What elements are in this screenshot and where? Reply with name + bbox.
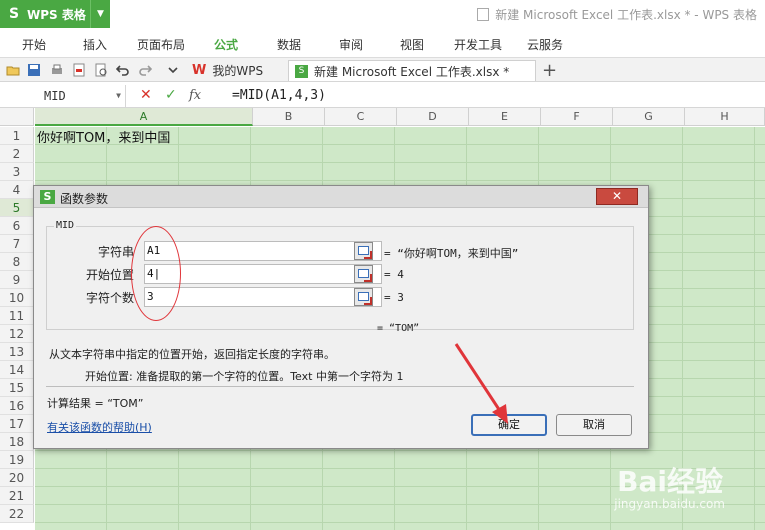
column-header[interactable]: A bbox=[35, 108, 253, 126]
row-header[interactable]: 10 bbox=[0, 289, 34, 307]
row-header[interactable]: 14 bbox=[0, 361, 34, 379]
function-name: MID bbox=[54, 220, 77, 231]
column-header[interactable]: H bbox=[685, 108, 765, 126]
print-preview-icon[interactable] bbox=[94, 63, 108, 77]
row-header[interactable]: 21 bbox=[0, 487, 34, 505]
arg-label-num-chars: 字符个数 bbox=[85, 291, 134, 305]
row-header[interactable]: 5 bbox=[0, 199, 34, 217]
menu-item-cloud[interactable]: 云服务 bbox=[527, 36, 563, 53]
save-icon[interactable] bbox=[27, 63, 41, 77]
column-header[interactable]: G bbox=[613, 108, 685, 126]
cancel-formula-icon[interactable]: ✕ bbox=[140, 87, 152, 103]
annotation-circle bbox=[131, 226, 181, 321]
cancel-button[interactable]: 取消 bbox=[556, 414, 632, 436]
open-folder-icon[interactable] bbox=[6, 63, 20, 77]
menu-item-formula[interactable]: 公式 bbox=[214, 36, 238, 53]
column-header[interactable]: D bbox=[397, 108, 469, 126]
row-header[interactable]: 12 bbox=[0, 325, 34, 343]
row-header[interactable]: 9 bbox=[0, 271, 34, 289]
row-header[interactable]: 3 bbox=[0, 163, 34, 181]
print-icon[interactable] bbox=[50, 63, 64, 77]
wps-logo-icon: S bbox=[8, 6, 20, 22]
watermark-logo: Bai经验 bbox=[617, 465, 723, 498]
row-header[interactable]: 4 bbox=[0, 181, 34, 199]
menu-item-developer[interactable]: 开发工具 bbox=[454, 36, 502, 53]
menu-item-review[interactable]: 审阅 bbox=[339, 36, 363, 53]
more-chevron-icon[interactable] bbox=[166, 63, 180, 77]
arg-label-start: 开始位置 bbox=[85, 268, 134, 282]
watermark-url: jingyan.baidu.com bbox=[614, 497, 725, 511]
row-header[interactable]: 22 bbox=[0, 505, 34, 523]
new-tab-button[interactable]: + bbox=[542, 60, 557, 81]
annotation-arrow bbox=[454, 343, 508, 424]
collapse-ref-icon[interactable] bbox=[354, 265, 373, 283]
chevron-down-icon[interactable]: ▼ bbox=[116, 85, 121, 107]
column-header[interactable]: B bbox=[253, 108, 325, 126]
arg-label-text: 字符串 bbox=[97, 245, 134, 259]
row-header[interactable]: 2 bbox=[0, 145, 34, 163]
spreadsheet-icon: S bbox=[295, 64, 308, 78]
title-bar: S WPS 表格 ▼ 新建 Microsoft Excel 工作表.xlsx *… bbox=[0, 0, 765, 28]
chevron-down-icon[interactable]: ▼ bbox=[90, 0, 110, 28]
row-header[interactable]: 15 bbox=[0, 379, 34, 397]
row-header[interactable]: 8 bbox=[0, 253, 34, 271]
function-arguments-dialog: S 函数参数 ✕ MID 字符串 A1 = “你好啊TOM，来到中国” 开始位置… bbox=[33, 185, 649, 449]
export-pdf-icon[interactable] bbox=[72, 63, 86, 77]
name-box[interactable]: MID ▼ bbox=[0, 85, 126, 107]
row-header[interactable]: 11 bbox=[0, 307, 34, 325]
row-header[interactable]: 6 bbox=[0, 217, 34, 235]
app-menu-button[interactable]: S WPS 表格 ▼ bbox=[0, 0, 110, 28]
menu-item-view[interactable]: 视图 bbox=[400, 36, 424, 53]
column-header[interactable]: C bbox=[325, 108, 397, 126]
close-button[interactable]: ✕ bbox=[596, 188, 638, 205]
tab-document[interactable]: S 新建 Microsoft Excel 工作表.xlsx * bbox=[288, 60, 536, 81]
tab-my-wps[interactable]: W 我的WPS bbox=[186, 60, 284, 81]
calculation-result: 计算结果 = “TOM” bbox=[47, 397, 144, 410]
row-header[interactable]: 20 bbox=[0, 469, 34, 487]
document-icon bbox=[477, 8, 490, 21]
function-description: 从文本字符串中指定的位置开始，返回指定长度的字符串。 bbox=[49, 348, 335, 361]
menu-item-data[interactable]: 数据 bbox=[277, 36, 301, 53]
row-header[interactable]: 19 bbox=[0, 451, 34, 469]
menu-item-page-layout[interactable]: 页面布局 bbox=[137, 36, 185, 53]
argument-description: 开始位置: 准备提取的第一个字符的位置。Text 中第一个字符为 1 bbox=[85, 370, 404, 383]
row-header[interactable]: 13 bbox=[0, 343, 34, 361]
dialog-title-bar[interactable]: S 函数参数 ✕ bbox=[34, 186, 648, 208]
row-header[interactable]: 1 bbox=[0, 127, 34, 145]
undo-icon[interactable] bbox=[116, 63, 130, 77]
column-header[interactable]: F bbox=[541, 108, 613, 126]
formula-bar: MID ▼ ✕ ✓ fx =MID(A1,4,3) bbox=[0, 84, 765, 108]
arg-result-start: = 4 bbox=[384, 268, 404, 281]
column-header[interactable]: E bbox=[469, 108, 541, 126]
row-header[interactable]: 18 bbox=[0, 433, 34, 451]
help-link[interactable]: 有关该函数的帮助(H) bbox=[47, 419, 152, 435]
select-all-corner[interactable] bbox=[0, 108, 34, 126]
divider bbox=[46, 386, 634, 387]
collapse-ref-icon[interactable] bbox=[354, 242, 373, 260]
menu-item-insert[interactable]: 插入 bbox=[83, 36, 107, 53]
window-title: 新建 Microsoft Excel 工作表.xlsx * - WPS 表格 bbox=[477, 6, 757, 23]
menu-item-home[interactable]: 开始 bbox=[22, 36, 46, 53]
cell-a1[interactable]: 你好啊TOM，来到中国 bbox=[37, 127, 170, 146]
menu-bar: 开始 插入 页面布局 公式 数据 审阅 视图 开发工具 云服务 bbox=[0, 28, 765, 58]
wps-logo-icon: S bbox=[40, 190, 55, 204]
insert-function-icon[interactable]: fx bbox=[189, 88, 201, 103]
row-header[interactable]: 17 bbox=[0, 415, 34, 433]
dialog-title: 函数参数 bbox=[60, 192, 109, 206]
arg-result-text: = “你好啊TOM，来到中国” bbox=[384, 247, 519, 260]
arg-input-num-chars[interactable]: 3 bbox=[144, 287, 382, 307]
redo-icon[interactable] bbox=[138, 63, 152, 77]
wps-w-icon: W bbox=[192, 63, 207, 78]
formula-input[interactable]: =MID(A1,4,3) bbox=[232, 88, 326, 103]
formula-result-preview: = “TOM” bbox=[377, 323, 420, 334]
confirm-formula-icon[interactable]: ✓ bbox=[165, 87, 177, 103]
row-header[interactable]: 7 bbox=[0, 235, 34, 253]
collapse-ref-icon[interactable] bbox=[354, 288, 373, 306]
row-header[interactable]: 16 bbox=[0, 397, 34, 415]
quick-toolbar: W 我的WPS S 新建 Microsoft Excel 工作表.xlsx * bbox=[0, 58, 765, 82]
arg-result-num-chars: = 3 bbox=[384, 291, 404, 304]
app-name: WPS 表格 bbox=[27, 7, 86, 22]
